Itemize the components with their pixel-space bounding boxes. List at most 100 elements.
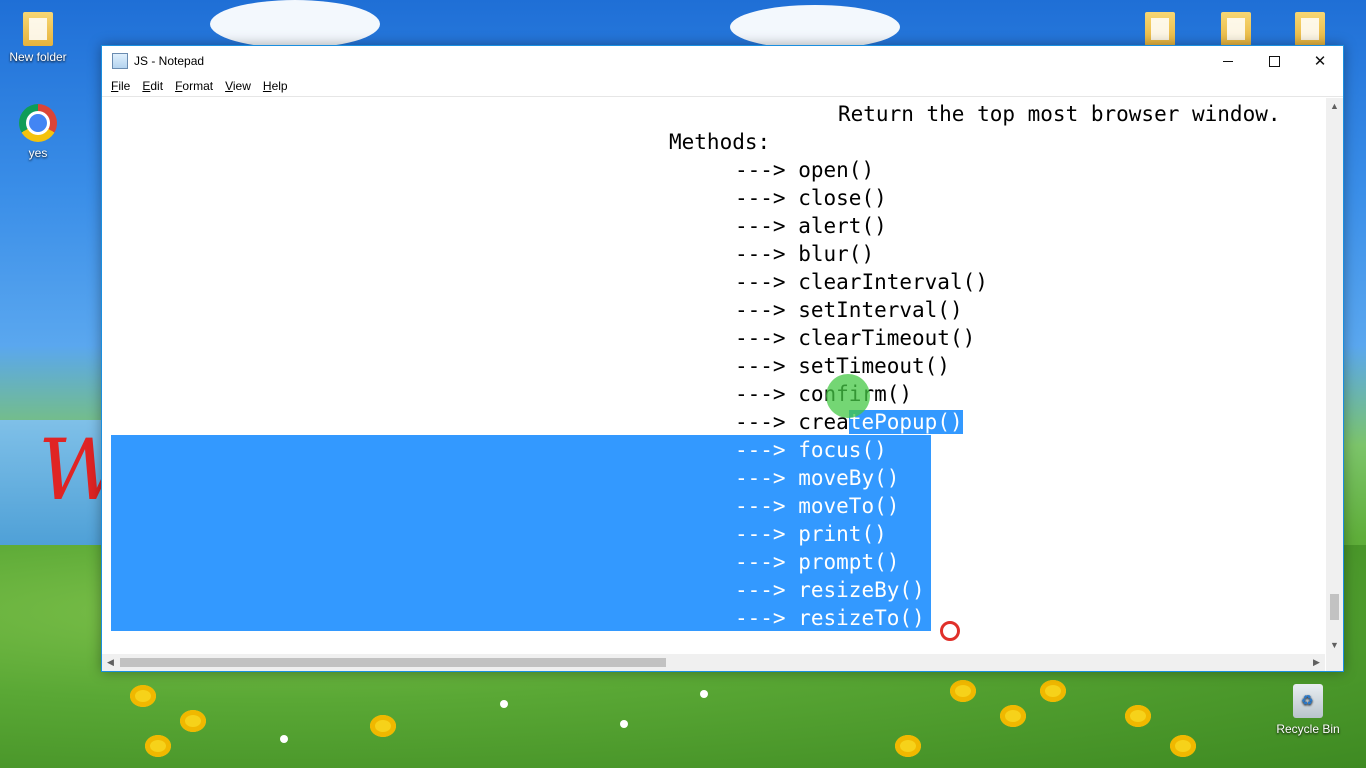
size-grip[interactable] bbox=[1326, 654, 1343, 671]
menu-bar: File Edit Format View Help bbox=[102, 76, 1343, 97]
horizontal-scrollbar[interactable]: ◀ ▶ bbox=[102, 654, 1325, 671]
menu-file[interactable]: File bbox=[105, 79, 136, 93]
method-name: close() bbox=[798, 186, 887, 210]
flower bbox=[950, 680, 976, 702]
menu-accelerator: V bbox=[225, 79, 233, 93]
method-line-selected: ---> resizeBy() bbox=[735, 576, 925, 604]
menu-help[interactable]: Help bbox=[257, 79, 294, 93]
scroll-down-icon[interactable]: ▼ bbox=[1326, 637, 1343, 654]
method-line: ---> setInterval() bbox=[735, 296, 963, 324]
method-name: moveTo() bbox=[798, 494, 900, 518]
menu-view[interactable]: View bbox=[219, 79, 257, 93]
menu-edit[interactable]: Edit bbox=[136, 79, 169, 93]
method-name: clearInterval() bbox=[798, 270, 988, 294]
arrow-text: ---> bbox=[735, 550, 786, 574]
flower bbox=[1170, 735, 1196, 757]
method-name: resizeBy() bbox=[798, 578, 925, 602]
menu-label: elp bbox=[271, 79, 288, 93]
folder-icon bbox=[1295, 12, 1325, 46]
arrow-text: ---> bbox=[735, 354, 786, 378]
method-line-selected: ---> prompt() bbox=[735, 548, 899, 576]
method-name: open() bbox=[798, 158, 875, 182]
cursor-highlight bbox=[826, 374, 870, 418]
daisy bbox=[620, 720, 628, 728]
method-name: setInterval() bbox=[798, 298, 963, 322]
arrow-text: ---> bbox=[735, 522, 786, 546]
flower bbox=[1125, 705, 1151, 727]
maximize-button[interactable] bbox=[1251, 46, 1297, 76]
arrow-text: ---> bbox=[735, 158, 786, 182]
method-name: print() bbox=[798, 522, 887, 546]
daisy bbox=[500, 700, 508, 708]
minimize-icon bbox=[1223, 60, 1233, 62]
vertical-scrollbar[interactable]: ▲ ▼ bbox=[1326, 98, 1343, 654]
desktop-icon-new-folder[interactable]: New folder bbox=[2, 12, 74, 64]
cloud bbox=[210, 0, 380, 48]
scroll-right-icon[interactable]: ▶ bbox=[1308, 654, 1325, 671]
method-name: clearTimeout() bbox=[798, 326, 976, 350]
folder-icon bbox=[1221, 12, 1251, 46]
horizontal-scroll-thumb[interactable] bbox=[120, 658, 666, 667]
method-name: resizeTo() bbox=[798, 606, 925, 630]
method-line: ---> confirm() bbox=[735, 380, 912, 408]
arrow-text: ---> bbox=[735, 466, 786, 490]
arrow-text: ---> bbox=[735, 298, 786, 322]
arrow-text: ---> bbox=[735, 242, 786, 266]
click-indicator bbox=[940, 621, 960, 641]
title-bar[interactable]: JS - Notepad ✕ bbox=[102, 46, 1343, 76]
desktop-icon-chrome[interactable]: yes bbox=[2, 104, 74, 160]
arrow-text: ---> bbox=[735, 606, 786, 630]
window-title: JS - Notepad bbox=[134, 54, 205, 68]
flower bbox=[895, 735, 921, 757]
flower bbox=[180, 710, 206, 732]
method-name: prompt() bbox=[798, 550, 900, 574]
method-line-selected: ---> focus() bbox=[735, 436, 887, 464]
arrow-text: ---> bbox=[735, 494, 786, 518]
method-name: setTimeout() bbox=[798, 354, 950, 378]
method-name: moveBy() bbox=[798, 466, 900, 490]
method-name: blur() bbox=[798, 242, 875, 266]
folder-icon bbox=[1145, 12, 1175, 46]
method-name: focus() bbox=[798, 438, 887, 462]
method-line: ---> clearInterval() bbox=[735, 268, 988, 296]
scroll-up-icon[interactable]: ▲ bbox=[1326, 98, 1343, 115]
arrow-text: ---> bbox=[735, 270, 786, 294]
method-line: ---> alert() bbox=[735, 212, 887, 240]
minimize-button[interactable] bbox=[1205, 46, 1251, 76]
arrow-text: ---> bbox=[735, 326, 786, 350]
flower bbox=[130, 685, 156, 707]
desktop-icon-recycle-bin[interactable]: Recycle Bin bbox=[1272, 684, 1344, 736]
recycle-bin-icon bbox=[1293, 684, 1323, 718]
window-controls: ✕ bbox=[1205, 46, 1343, 76]
menu-accelerator: H bbox=[262, 79, 272, 93]
flower bbox=[1040, 680, 1066, 702]
method-line-selected: ---> moveBy() bbox=[735, 464, 899, 492]
daisy bbox=[700, 690, 708, 698]
close-button[interactable]: ✕ bbox=[1297, 46, 1343, 76]
method-line-selected: ---> moveTo() bbox=[735, 492, 899, 520]
scroll-left-icon[interactable]: ◀ bbox=[102, 654, 119, 671]
flower bbox=[145, 735, 171, 757]
arrow-text: ---> bbox=[735, 578, 786, 602]
method-line: ---> open() bbox=[735, 156, 874, 184]
chrome-icon bbox=[19, 104, 57, 142]
arrow-text: ---> bbox=[735, 382, 786, 406]
maximize-icon bbox=[1268, 55, 1280, 67]
arrow-text: ---> bbox=[735, 186, 786, 210]
text-editor[interactable]: Return the top most browser window. Meth… bbox=[102, 98, 1325, 654]
menu-label: ile bbox=[118, 79, 131, 93]
menu-format[interactable]: Format bbox=[169, 79, 219, 93]
red-handwriting-mark: W bbox=[38, 421, 125, 519]
daisy bbox=[280, 735, 288, 743]
vertical-scroll-thumb[interactable] bbox=[1330, 594, 1339, 620]
notepad-icon bbox=[112, 53, 128, 69]
menu-label: iew bbox=[232, 79, 251, 93]
desktop-icon-label: New folder bbox=[9, 50, 67, 64]
desktop-icon-label: yes bbox=[28, 146, 48, 160]
flower bbox=[370, 715, 396, 737]
flower bbox=[1000, 705, 1026, 727]
arrow-text: ---> bbox=[735, 438, 786, 462]
arrow-text: ---> bbox=[735, 410, 786, 434]
notepad-window: JS - Notepad ✕ File Edit Format View Hel… bbox=[101, 45, 1344, 672]
method-line-selected: ---> print() bbox=[735, 520, 887, 548]
